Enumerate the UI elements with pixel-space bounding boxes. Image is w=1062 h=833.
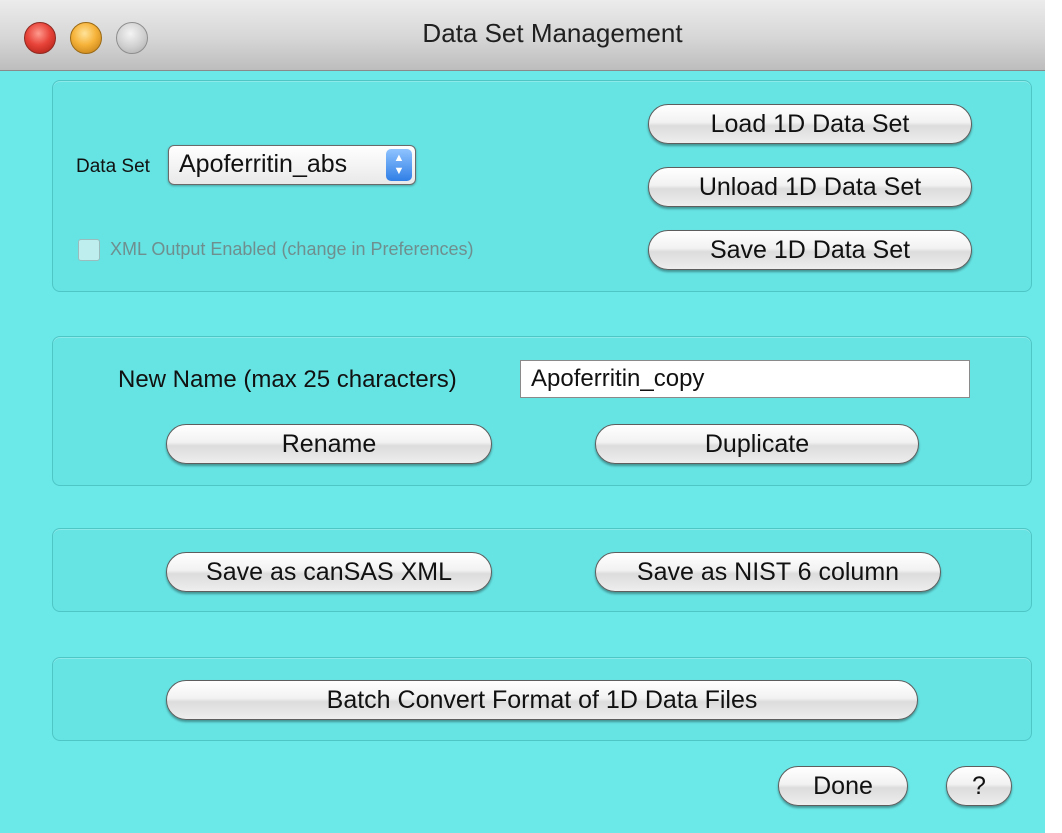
duplicate-button[interactable]: Duplicate bbox=[595, 424, 919, 464]
help-button[interactable]: ? bbox=[946, 766, 1012, 806]
new-name-input[interactable]: Apoferritin_copy bbox=[520, 360, 970, 398]
batch-convert-button[interactable]: Batch Convert Format of 1D Data Files bbox=[166, 680, 918, 720]
new-name-label: New Name (max 25 characters) bbox=[118, 366, 457, 393]
select-arrows-icon: ▲ ▼ bbox=[386, 149, 412, 181]
data-set-label: Data Set bbox=[76, 156, 150, 177]
data-set-management-window: Data Set Management Data Set Apoferritin… bbox=[0, 0, 1045, 833]
done-button[interactable]: Done bbox=[778, 766, 908, 806]
save-data-set-button[interactable]: Save 1D Data Set bbox=[648, 230, 972, 270]
save-cansas-xml-button[interactable]: Save as canSAS XML bbox=[166, 552, 492, 592]
unload-data-set-button[interactable]: Unload 1D Data Set bbox=[648, 167, 972, 207]
title-bar: Data Set Management bbox=[0, 0, 1045, 71]
rename-button[interactable]: Rename bbox=[166, 424, 492, 464]
window-title: Data Set Management bbox=[422, 18, 683, 48]
save-nist-6-column-button[interactable]: Save as NIST 6 column bbox=[595, 552, 941, 592]
data-set-selected-value: Apoferritin_abs bbox=[179, 150, 348, 178]
xml-output-checkbox[interactable] bbox=[78, 239, 100, 261]
load-data-set-button[interactable]: Load 1D Data Set bbox=[648, 104, 972, 144]
xml-output-label: XML Output Enabled (change in Preference… bbox=[110, 239, 474, 259]
data-set-select[interactable]: Apoferritin_abs ▲ ▼ bbox=[168, 145, 416, 185]
